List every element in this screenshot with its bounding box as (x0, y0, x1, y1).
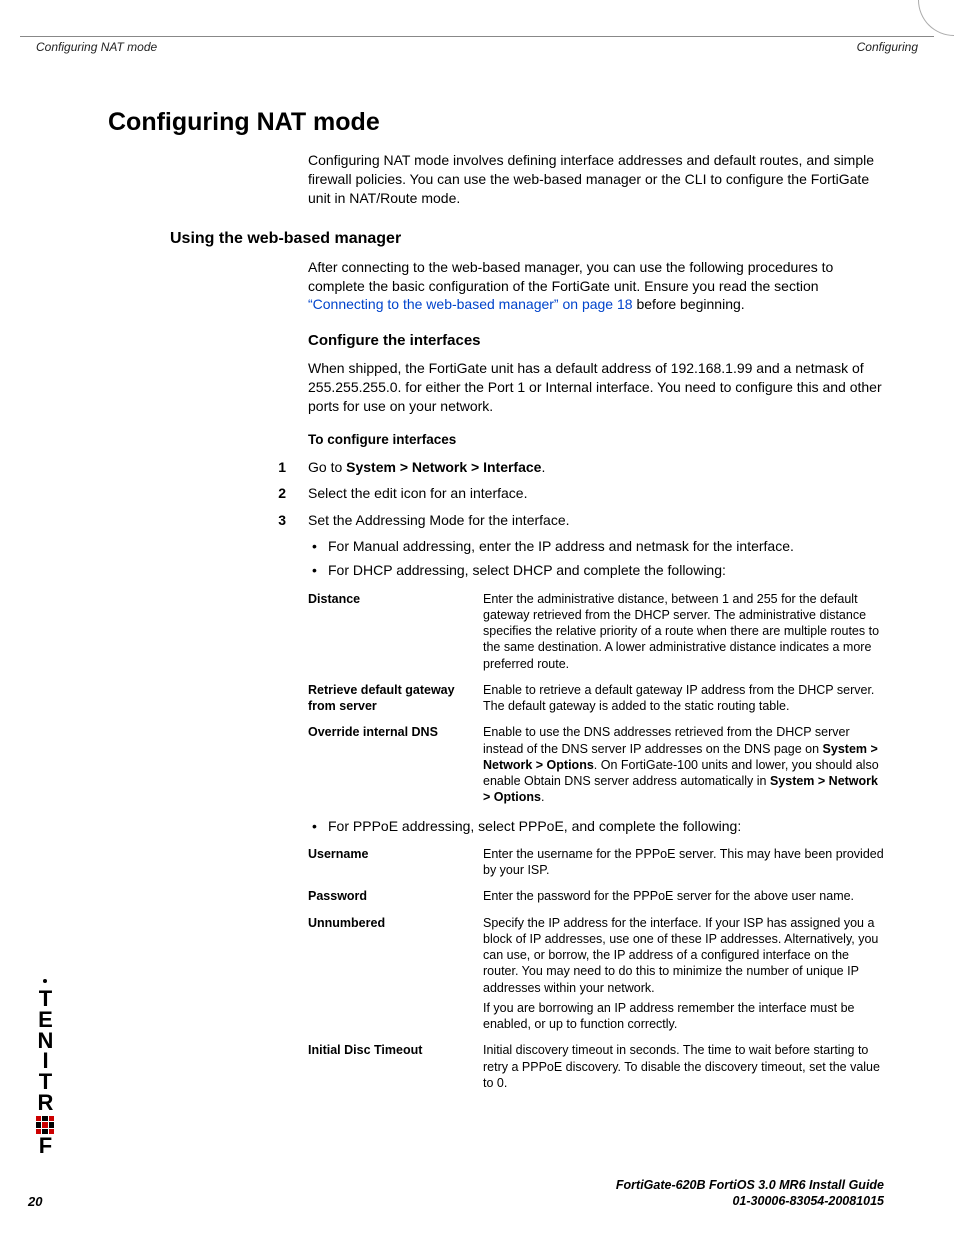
footer-doc-id: 01-30006-83054-20081015 (28, 1193, 884, 1209)
page-number: 20 (28, 1194, 42, 1209)
bullet-row: • For Manual addressing, enter the IP ad… (308, 536, 884, 556)
page-fold-corner (918, 0, 954, 36)
configure-interfaces-paragraph: When shipped, the FortiGate unit has a d… (308, 359, 884, 416)
def-label: Override internal DNS (308, 724, 483, 805)
def-extra-text: If you are borrowing an IP address remem… (483, 1000, 884, 1033)
def-label: Password (308, 888, 483, 904)
page-title: Configuring NAT mode (108, 108, 884, 137)
heading-using-web-manager: Using the web-based manager (170, 230, 884, 248)
text-span: . (541, 790, 544, 804)
def-label: Username (308, 846, 483, 879)
def-label: Unnumbered (308, 915, 483, 1033)
step-number: 1 (268, 457, 308, 477)
step-body: Set the Addressing Mode for the interfac… (308, 510, 884, 530)
step-body: Go to System > Network > Interface. (308, 457, 884, 477)
header-left-text: Configuring NAT mode (36, 40, 157, 54)
intro-paragraph: Configuring NAT mode involves defining i… (308, 151, 884, 208)
footer-doc-title: FortiGate-620B FortiOS 3.0 MR6 Install G… (28, 1177, 884, 1193)
def-label: Retrieve default gateway from server (308, 682, 483, 715)
step-number: 2 (268, 483, 308, 503)
def-description: Enter the username for the PPPoE server.… (483, 846, 884, 879)
def-label: Distance (308, 591, 483, 672)
header-right-text: Configuring (857, 40, 918, 54)
bullet-text: For Manual addressing, enter the IP addr… (328, 536, 884, 556)
logo-grid-icon (36, 1116, 54, 1134)
page-content: Configuring NAT mode Configuring NAT mod… (108, 108, 884, 1135)
step-row: 3 Set the Addressing Mode for the interf… (268, 510, 884, 530)
table-row: Initial Disc Timeout Initial discovery t… (308, 1042, 884, 1091)
logo-period-icon (43, 979, 47, 983)
step-number: 3 (268, 510, 308, 530)
text-span: Specify the IP address for the interface… (483, 916, 878, 995)
step-body: Select the edit icon for an interface. (308, 483, 884, 503)
fortinet-logo: T E N I T R F (36, 989, 54, 1157)
text-span: before beginning. (633, 296, 745, 312)
using-web-paragraph: After connecting to the web-based manage… (308, 258, 884, 315)
bullet-marker: • (308, 560, 328, 580)
text-span: After connecting to the web-based manage… (308, 259, 833, 294)
header-rule (20, 36, 934, 37)
procedure-heading: To configure interfaces (308, 432, 884, 447)
step-row: 1 Go to System > Network > Interface. (268, 457, 884, 477)
bullet-text: For DHCP addressing, select DHCP and com… (328, 560, 884, 580)
dhcp-definition-table: Distance Enter the administrative distan… (308, 591, 884, 806)
bullet-row: • For PPPoE addressing, select PPPoE, an… (308, 816, 884, 836)
table-row: Override internal DNS Enable to use the … (308, 724, 884, 805)
table-row: Password Enter the password for the PPPo… (308, 888, 884, 904)
table-row: Retrieve default gateway from server Ena… (308, 682, 884, 715)
nav-path: System > Network > Interface (346, 459, 541, 475)
logo-letter: F (39, 1136, 51, 1157)
logo-letter: R (38, 1093, 53, 1114)
step-row: 2 Select the edit icon for an interface. (268, 483, 884, 503)
pppoe-definition-table: Username Enter the username for the PPPo… (308, 846, 884, 1091)
cross-ref-link[interactable]: “Connecting to the web-based manager” on… (308, 296, 633, 312)
heading-configure-interfaces: Configure the interfaces (308, 332, 884, 349)
bullet-text: For PPPoE addressing, select PPPoE, and … (328, 816, 884, 836)
bullet-marker: • (308, 816, 328, 836)
def-description: Specify the IP address for the interface… (483, 915, 884, 1033)
bullet-marker: • (308, 536, 328, 556)
def-description: Enter the administrative distance, betwe… (483, 591, 884, 672)
table-row: Distance Enter the administrative distan… (308, 591, 884, 672)
def-label: Initial Disc Timeout (308, 1042, 483, 1091)
def-description: Enable to use the DNS addresses retrieve… (483, 724, 884, 805)
def-description: Enter the password for the PPPoE server … (483, 888, 884, 904)
text-span: Enable to use the DNS addresses retrieve… (483, 725, 850, 755)
def-description: Enable to retrieve a default gateway IP … (483, 682, 884, 715)
def-description: Initial discovery timeout in seconds. Th… (483, 1042, 884, 1091)
table-row: Username Enter the username for the PPPo… (308, 846, 884, 879)
text-span: Go to (308, 459, 346, 475)
page-footer: 20 FortiGate-620B FortiOS 3.0 MR6 Instal… (28, 1177, 884, 1210)
text-span: . (541, 459, 545, 475)
table-row: Unnumbered Specify the IP address for th… (308, 915, 884, 1033)
bullet-row: • For DHCP addressing, select DHCP and c… (308, 560, 884, 580)
